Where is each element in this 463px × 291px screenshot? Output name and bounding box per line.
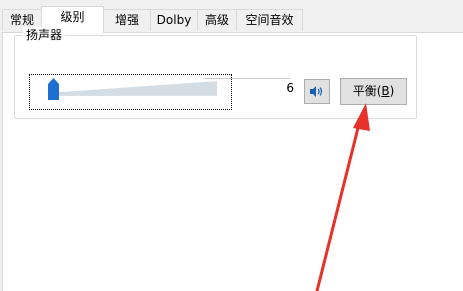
volume-slider[interactable] [29, 74, 232, 110]
speaker-icon [310, 86, 323, 97]
mute-button[interactable] [304, 79, 330, 104]
audio-properties-window: 常规 级别 增强 Dolby 高级 空间音效 扬声器 6 平衡(B) [0, 0, 463, 291]
volume-slider-thumb[interactable] [48, 78, 59, 100]
balance-accelerator-key: B [381, 84, 390, 98]
tab-spatial-sound[interactable]: 空间音效 [236, 9, 303, 31]
balance-button[interactable]: 平衡(B) [340, 78, 407, 105]
speaker-group-label: 扬声器 [23, 27, 66, 43]
balance-button-label: 平衡( [352, 84, 382, 98]
tab-strip: 常规 级别 增强 Dolby 高级 空间音效 [0, 0, 463, 33]
volume-wedge [49, 81, 217, 96]
tab-advanced[interactable]: 高级 [197, 9, 237, 31]
volume-value: 6 [286, 81, 294, 95]
tab-enhancements[interactable]: 增强 [103, 9, 151, 31]
tab-dolby[interactable]: Dolby [150, 9, 198, 31]
balance-button-suffix: ) [389, 84, 395, 98]
